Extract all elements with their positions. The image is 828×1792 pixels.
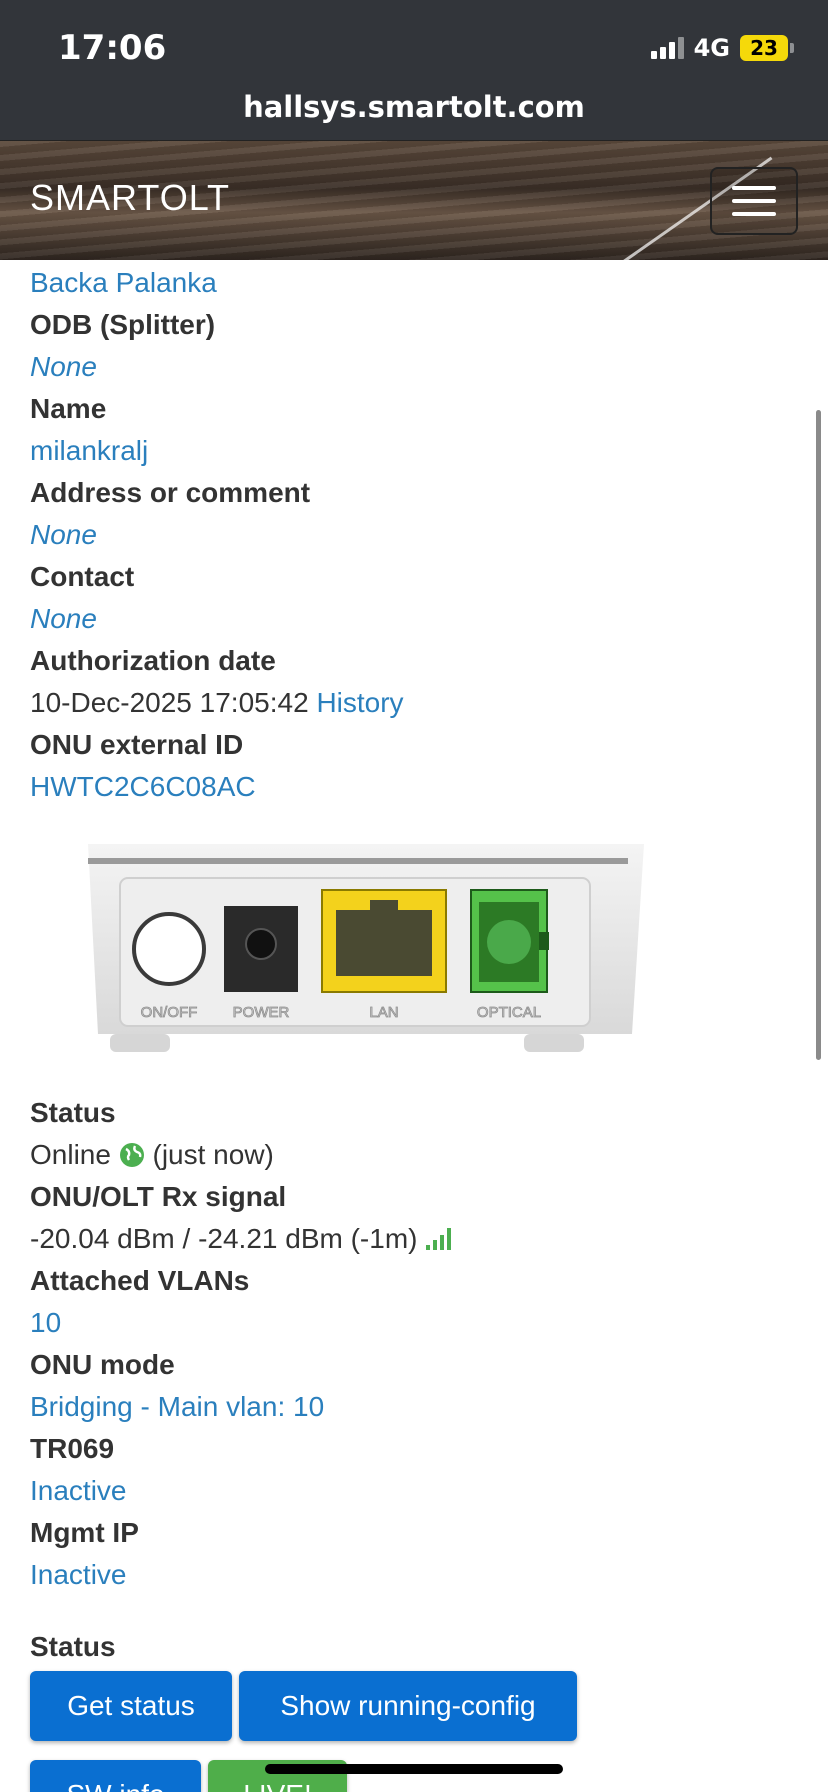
vlans-label: Attached VLANs — [30, 1265, 250, 1296]
home-indicator[interactable] — [265, 1764, 563, 1774]
globe-icon — [119, 1143, 144, 1167]
odb-link[interactable]: None — [30, 346, 800, 388]
name-label: Name — [30, 393, 107, 424]
onu-mode-link[interactable]: Bridging - Main vlan: 10 — [30, 1386, 800, 1428]
onu-details: Backa Palanka ODB (Splitter) None Name m… — [30, 262, 800, 1596]
tr069-link[interactable]: Inactive — [30, 1470, 800, 1512]
status-value: Online — [30, 1139, 111, 1170]
rx-signal-row: -20.04 dBm / -24.21 dBm (-1m) — [30, 1218, 800, 1260]
mgmt-ip-label: Mgmt IP — [30, 1517, 139, 1548]
address-label: Address or comment — [30, 477, 311, 508]
hamburger-menu-button[interactable] — [710, 167, 798, 235]
page-scrollbar[interactable] — [816, 410, 821, 1060]
menu-icon-bar — [732, 199, 776, 203]
port-label-lan: LAN — [369, 1004, 398, 1021]
authorization-date-label: Authorization date — [30, 645, 276, 676]
port-label-onoff: ON/OFF — [141, 1004, 198, 1021]
tr069-label: TR069 — [30, 1433, 115, 1464]
menu-icon-bar — [732, 186, 776, 190]
show-running-config-button[interactable]: Show running-config — [239, 1671, 577, 1741]
status-time: (just now) — [152, 1139, 274, 1170]
rx-signal-label: ONU/OLT Rx signal — [30, 1181, 287, 1212]
onu-mode-label: ONU mode — [30, 1349, 175, 1380]
vlans-link[interactable]: 10 — [30, 1302, 800, 1344]
cellular-signal-icon — [650, 37, 684, 59]
actions-section: Status — [30, 1626, 116, 1668]
sw-info-button[interactable]: SW info — [30, 1760, 201, 1792]
brand-logo[interactable]: SMARTOLT — [30, 177, 230, 219]
address-bar[interactable]: hallsys.smartolt.com — [0, 90, 828, 124]
status-bar: 17:06 4G 23 hallsys.smartolt.com — [0, 0, 828, 140]
contact-link[interactable]: None — [30, 598, 800, 640]
authorization-date-value: 10-Dec-2025 17:05:42 — [30, 687, 309, 718]
status-row: Online (just now) — [30, 1134, 800, 1176]
network-type: 4G — [693, 34, 730, 62]
actions-status-label: Status — [30, 1631, 116, 1662]
port-label-power: POWER — [233, 1004, 290, 1021]
contact-label: Contact — [30, 561, 135, 592]
status-icons: 4G 23 — [650, 34, 794, 62]
history-link[interactable]: History — [316, 687, 403, 718]
battery-tip — [790, 43, 794, 53]
address-link[interactable]: None — [30, 514, 800, 556]
port-label-optical: OPTICAL — [477, 1004, 541, 1021]
clock: 17:06 — [58, 28, 167, 68]
rx-signal-value: -20.04 dBm / -24.21 dBm (-1m) — [30, 1223, 418, 1254]
onu-device-image: ON/OFF POWER LAN OPTICAL — [84, 844, 644, 1056]
authorization-date-row: 10-Dec-2025 17:05:42 History — [30, 682, 800, 724]
external-id-label: ONU external ID — [30, 729, 244, 760]
name-link[interactable]: milankralj — [30, 430, 800, 472]
signal-strength-icon — [426, 1228, 452, 1250]
onu-back-panel-illustration: ON/OFF POWER LAN OPTICAL — [88, 844, 644, 1052]
mgmt-ip-link[interactable]: Inactive — [30, 1554, 800, 1596]
odb-label: ODB (Splitter) — [30, 309, 216, 340]
battery-icon: 23 — [740, 35, 788, 61]
get-status-button[interactable]: Get status — [30, 1671, 232, 1741]
status-label: Status — [30, 1097, 116, 1128]
external-id-link[interactable]: HWTC2C6C08AC — [30, 766, 800, 808]
menu-icon-bar — [732, 212, 776, 216]
site-navbar: SMARTOLT — [0, 140, 828, 260]
zone-link[interactable]: Backa Palanka — [30, 262, 800, 304]
